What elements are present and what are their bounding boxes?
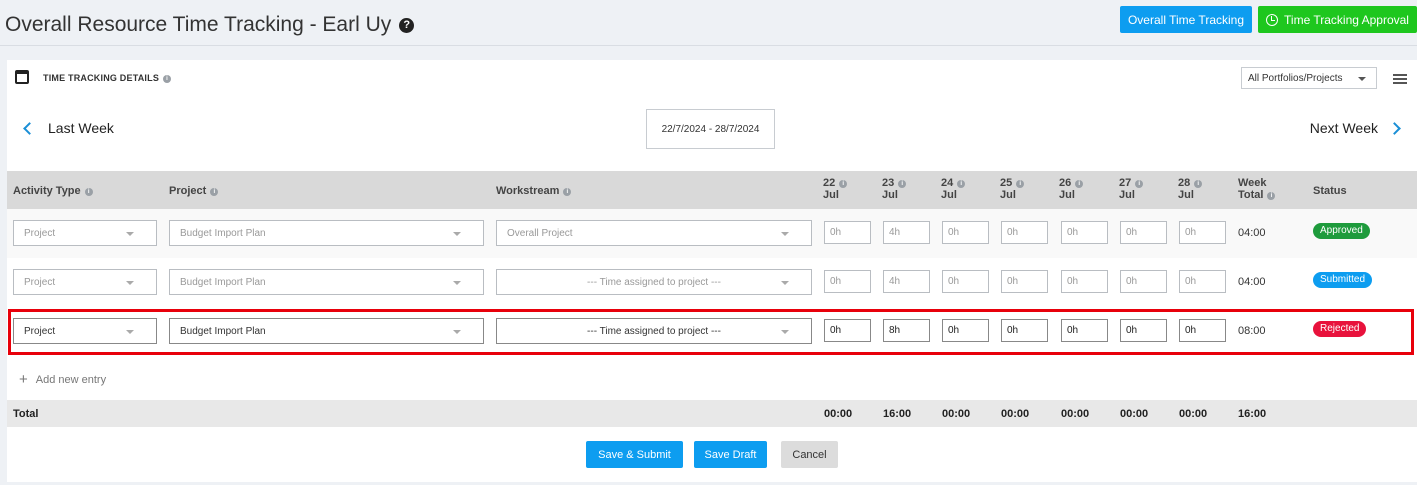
menu-icon[interactable]: [1393, 74, 1407, 84]
chevron-down-icon: [453, 232, 461, 236]
hours-input[interactable]: 0h: [1179, 221, 1226, 244]
table-header: Activity Type i Project i Workstream i 22 i J…: [7, 171, 1417, 209]
calendar-icon: [15, 70, 29, 84]
page-title: Overall Resource Time Tracking - Earl Uy…: [5, 13, 415, 37]
col-project: Project i: [169, 185, 219, 197]
week-total-value: 04:00: [1238, 227, 1266, 239]
day-total: 00:00: [1120, 408, 1149, 420]
chevron-down-icon: [126, 281, 134, 285]
top-bar: Overall Resource Time Tracking - Earl Uy…: [0, 0, 1417, 46]
info-icon[interactable]: i: [1075, 180, 1084, 188]
col-day-4: 25 i Jul: [1000, 177, 1025, 201]
overall-time-tracking-button[interactable]: Overall Time Tracking: [1120, 6, 1252, 33]
totals-label: Total: [13, 408, 39, 420]
save-draft-button[interactable]: Save Draft: [694, 441, 767, 468]
hours-input[interactable]: 0h: [1120, 221, 1167, 244]
project-select[interactable]: Budget Import Plan: [169, 269, 484, 295]
col-status: Status: [1313, 185, 1347, 197]
hours-input[interactable]: 0h: [942, 221, 989, 244]
day-total: 16:00: [883, 408, 912, 420]
activity-type-select[interactable]: Project: [13, 220, 157, 246]
card-title-text: TIME TRACKING DETAILS: [43, 73, 160, 83]
status-badge: Submitted: [1313, 272, 1373, 288]
info-icon[interactable]: i: [1016, 180, 1025, 188]
table-row: Project Budget Import Plan --- Time assi…: [7, 258, 1417, 307]
clock-icon: [1266, 13, 1279, 26]
chevron-down-icon: [1358, 77, 1366, 81]
workstream-select[interactable]: Overall Project: [496, 220, 812, 246]
hours-input[interactable]: 0h: [1001, 221, 1048, 244]
info-icon[interactable]: i: [1267, 192, 1276, 200]
day-total: 00:00: [1179, 408, 1208, 420]
day-total: 00:00: [942, 408, 971, 420]
portfolio-filter-select[interactable]: All Portfolios/Projects: [1241, 67, 1377, 89]
day-total: 00:00: [1001, 408, 1030, 420]
last-week-label: Last Week: [48, 120, 114, 136]
info-icon[interactable]: i: [563, 188, 572, 196]
portfolio-filter-value: All Portfolios/Projects: [1248, 73, 1343, 84]
card-title: TIME TRACKING DETAILS i: [43, 73, 172, 83]
last-week-link[interactable]: Last Week: [21, 120, 114, 136]
time-tracking-card: TIME TRACKING DETAILS i All Portfolios/Pr…: [7, 60, 1417, 482]
hours-input[interactable]: 4h: [883, 221, 930, 244]
time-tracking-approval-label: Time Tracking Approval: [1284, 12, 1409, 27]
info-icon[interactable]: i: [1194, 180, 1203, 188]
day-total: 00:00: [824, 408, 853, 420]
col-day-5: 26 i Jul: [1059, 177, 1084, 201]
chevron-down-icon: [781, 232, 789, 236]
chevron-down-icon: [126, 232, 134, 236]
hours-input[interactable]: 0h: [1179, 270, 1226, 293]
week-grand-total: 16:00: [1238, 408, 1267, 420]
hours-input[interactable]: 0h: [824, 221, 871, 244]
save-submit-button[interactable]: Save & Submit: [586, 441, 683, 468]
col-day-2: 23 i Jul: [882, 177, 907, 201]
workstream-select[interactable]: --- Time assigned to project ---: [496, 269, 812, 295]
cancel-button[interactable]: Cancel: [781, 441, 838, 468]
hours-input[interactable]: 0h: [1001, 270, 1048, 293]
col-day-6: 27 i Jul: [1119, 177, 1144, 201]
col-week-total: Week Total i: [1238, 177, 1276, 201]
chevron-right-icon: [1388, 121, 1401, 135]
info-icon[interactable]: i: [84, 188, 93, 196]
info-icon[interactable]: i: [163, 75, 172, 83]
info-icon[interactable]: i: [210, 188, 219, 196]
next-week-label: Next Week: [1309, 120, 1378, 136]
chevron-left-icon: [23, 121, 36, 135]
page-title-text: Overall Resource Time Tracking - Earl Uy: [5, 13, 392, 36]
date-range-value: 22/7/2024 - 28/7/2024: [661, 123, 760, 135]
col-workstream: Workstream i: [496, 185, 572, 197]
status-badge: Approved: [1313, 223, 1370, 239]
chevron-down-icon: [781, 281, 789, 285]
time-tracking-approval-button[interactable]: Time Tracking Approval: [1258, 6, 1417, 33]
info-icon[interactable]: i: [839, 180, 848, 188]
activity-type-select[interactable]: Project: [13, 269, 157, 295]
date-range-picker[interactable]: 22/7/2024 - 28/7/2024: [646, 109, 775, 149]
table-row: Project Budget Import Plan Overall Proje…: [7, 209, 1417, 258]
add-new-entry-link[interactable]: + Add new entry: [19, 371, 106, 388]
info-icon[interactable]: i: [898, 180, 907, 188]
week-total-value: 04:00: [1238, 276, 1266, 288]
hours-input[interactable]: 0h: [1061, 270, 1108, 293]
col-activity-type: Activity Type i: [13, 185, 93, 197]
hours-input[interactable]: 4h: [883, 270, 930, 293]
hours-input[interactable]: 0h: [1061, 221, 1108, 244]
help-icon[interactable]: ?: [399, 18, 415, 33]
col-day-1: 22 i Jul: [823, 177, 848, 201]
hours-input[interactable]: 0h: [824, 270, 871, 293]
add-new-entry-label: Add new entry: [35, 373, 107, 386]
info-icon[interactable]: i: [1135, 180, 1144, 188]
col-day-7: 28 i Jul: [1178, 177, 1203, 201]
next-week-link[interactable]: Next Week: [1309, 120, 1401, 136]
highlight-box: [8, 309, 1414, 355]
project-select[interactable]: Budget Import Plan: [169, 220, 484, 246]
day-total: 00:00: [1061, 408, 1090, 420]
hours-input[interactable]: 0h: [1120, 270, 1167, 293]
totals-row: Total 00:00 16:00 00:00 00:00 00:00 00:0…: [7, 400, 1417, 427]
hours-input[interactable]: 0h: [942, 270, 989, 293]
col-day-3: 24 i Jul: [941, 177, 966, 201]
info-icon[interactable]: i: [957, 180, 966, 188]
plus-icon: +: [19, 371, 28, 388]
chevron-down-icon: [453, 281, 461, 285]
